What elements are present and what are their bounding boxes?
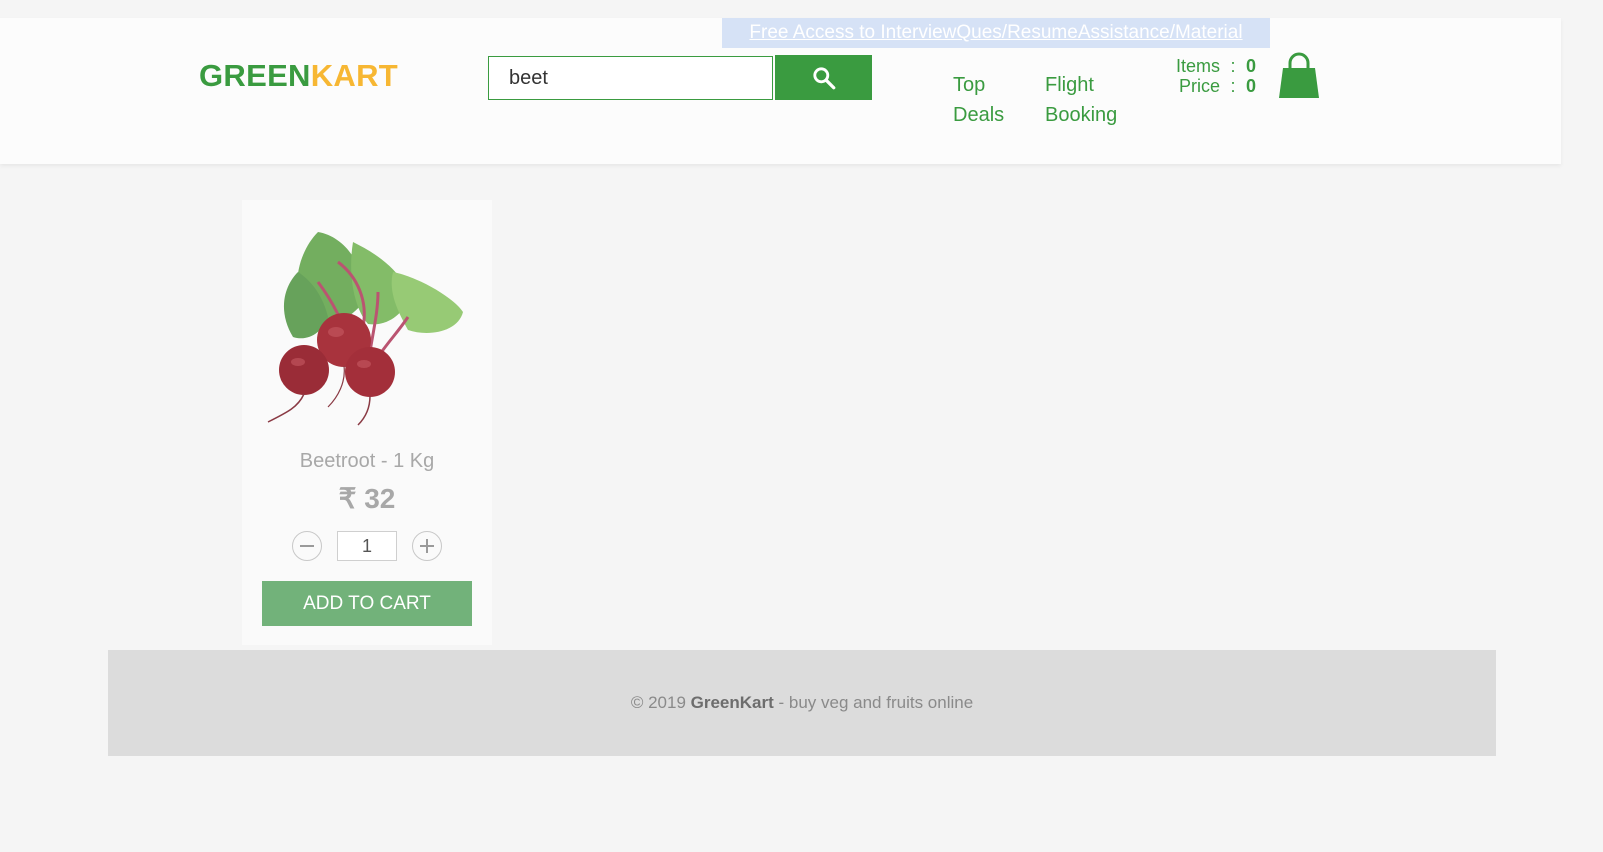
nav-top-deals[interactable]: Top Deals [953,70,1004,130]
cart-price-label: Price [1178,76,1220,96]
cart-items-label: Items [1175,56,1220,76]
footer-prefix: © 2019 [630,693,691,712]
minus-icon [300,545,314,547]
product-card: Beetroot - 1 Kg ₹ 32 ADD TO CART [242,200,492,645]
cart-price-value: 0 [1246,76,1257,96]
nav-top-deals-line2: Deals [953,104,1005,126]
search-button[interactable] [775,55,872,100]
promo-link[interactable]: Free Access to InterviewQues/ResumeAssis… [722,18,1270,48]
product-name: Beetroot - 1 Kg [299,450,435,472]
beetroot-image [258,212,476,430]
decrement-button[interactable] [292,531,322,561]
cart-price-row: Price : 0 [1170,76,1256,96]
cart-bag-icon[interactable] [1277,52,1321,100]
cart-summary: Items : 0 Price : 0 [1170,56,1256,96]
nav-flight-booking-line2: Booking [1045,104,1118,126]
increment-button[interactable] [412,531,442,561]
add-to-cart-button[interactable]: ADD TO CART [262,581,472,626]
footer-brand: GreenKart [690,693,774,712]
quantity-input[interactable] [337,531,397,561]
search-input[interactable] [488,56,773,100]
plus-icon [420,539,434,553]
cart-items-row: Items : 0 [1170,56,1256,76]
nav-flight-booking[interactable]: Flight Booking [1045,70,1117,130]
nav-top-deals-line1: Top [953,74,986,96]
site-footer: © 2019 GreenKart - buy veg and fruits on… [108,650,1496,756]
cart-price-separator: : [1230,76,1236,96]
cart-items-value: 0 [1246,56,1257,76]
brand-logo[interactable]: GREENKART [199,58,398,94]
footer-suffix: - buy veg and fruits online [773,693,974,712]
brand-logo-green: GREEN [199,58,311,93]
brand-logo-kart: KART [310,58,399,93]
product-price: ₹ 32 [338,483,396,514]
search-icon [812,66,835,89]
nav-flight-booking-line1: Flight [1045,74,1094,96]
cart-items-separator: : [1230,56,1236,76]
